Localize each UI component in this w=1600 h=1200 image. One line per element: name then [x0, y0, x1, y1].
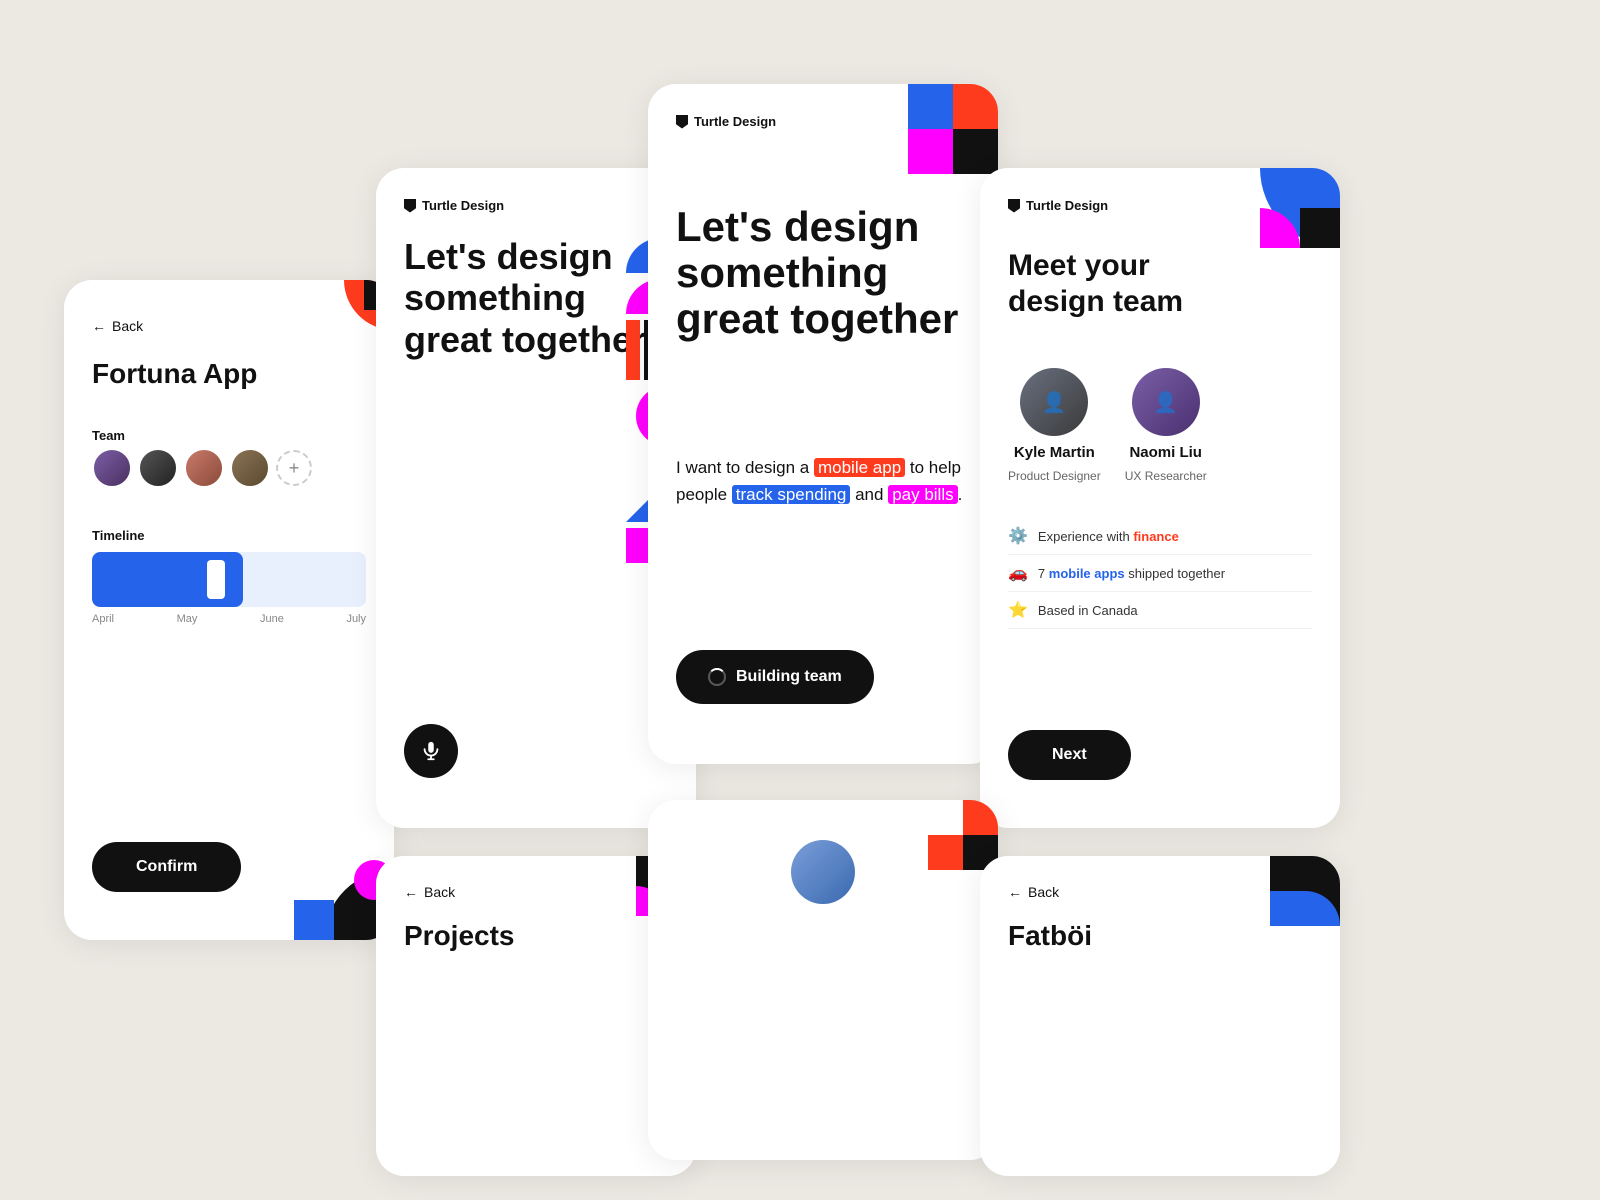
back-label-fatboi: Back — [1028, 884, 1059, 900]
turtle-flag-icon-team — [1008, 199, 1020, 213]
highlight-pay-bills: pay bills — [888, 485, 957, 504]
team-members: 👤 Kyle Martin Product Designer 👤 Naomi L… — [1008, 368, 1207, 483]
tag-location-text: Based in Canada — [1038, 603, 1138, 618]
body-mid2: and — [855, 485, 888, 504]
turtle-logo-center: Turtle Design — [676, 114, 776, 129]
geo-corner-sm — [1260, 168, 1340, 248]
fatboi-title: Fatböi — [1008, 920, 1092, 952]
center-main-text: Let's design something great together — [676, 204, 970, 343]
tag-experience: ⚙️ Experience with finance — [1008, 518, 1312, 555]
mic-icon — [420, 740, 442, 762]
logo-text-center: Turtle Design — [694, 114, 776, 129]
avatar-4 — [230, 448, 270, 488]
stripe-1 — [626, 320, 640, 380]
naomi-avatar: 👤 — [1132, 368, 1200, 436]
corner-top-right-center — [908, 84, 998, 174]
timeline-months: April May June July — [92, 613, 366, 625]
team-member-naomi: 👤 Naomi Liu UX Researcher — [1125, 368, 1207, 483]
mic-button[interactable] — [404, 724, 458, 778]
naomi-name: Naomi Liu — [1129, 444, 1202, 461]
geo-black — [953, 129, 998, 174]
geo-black — [1300, 208, 1340, 248]
highlight-mobile-app: mobile app — [814, 458, 905, 477]
card-team: Turtle Design Meet yourdesign team 👤 Kyl… — [980, 168, 1340, 828]
center-body-text: I want to design a mobile app to help pe… — [676, 454, 970, 508]
add-member-button[interactable]: + — [276, 450, 312, 486]
card-design-center: Turtle Design Let's design something gre… — [648, 84, 998, 764]
corner-top-right-chat — [928, 800, 998, 870]
geo-white — [928, 800, 963, 835]
back-arrow-icon: ← — [1008, 884, 1022, 900]
month-june: June — [260, 613, 284, 625]
team-member-kyle: 👤 Kyle Martin Product Designer — [1008, 368, 1101, 483]
geo-pink — [908, 129, 953, 174]
person-avatar — [791, 840, 855, 904]
geo-corner-tr — [908, 84, 998, 174]
month-april: April — [92, 613, 114, 625]
corner-top-right-team — [1260, 168, 1340, 248]
blue-quarter — [294, 900, 334, 940]
kyle-role: Product Designer — [1008, 469, 1101, 483]
back-button-fatboi[interactable]: ← Back — [1008, 884, 1059, 900]
timeline-label: Timeline — [92, 528, 145, 543]
turtle-flag-icon-center — [676, 115, 688, 129]
avatar-1 — [92, 448, 132, 488]
confirm-button[interactable]: Confirm — [92, 842, 241, 892]
cards-container: ← Back Fortuna App Team + Timeline April… — [0, 0, 1600, 1200]
timeline-bar — [92, 552, 366, 607]
back-label: Back — [112, 318, 143, 334]
geo-chat-tr — [928, 800, 998, 870]
avatar-3 — [184, 448, 224, 488]
back-button-fortuna[interactable]: ← Back — [92, 318, 143, 334]
back-arrow-icon: ← — [92, 318, 106, 334]
kyle-face: 👤 — [1020, 368, 1088, 436]
card-fortuna: ← Back Fortuna App Team + Timeline April… — [64, 280, 394, 940]
card-chat — [648, 800, 998, 1160]
tag-location: ⭐ Based in Canada — [1008, 592, 1312, 629]
body-pre: I want to design a — [676, 458, 814, 477]
tag-experience-text: Experience with finance — [1038, 529, 1179, 544]
spinner-icon — [708, 668, 726, 686]
corner-top-right-fatboi — [1270, 856, 1340, 926]
geo-blue — [908, 84, 953, 129]
naomi-role: UX Researcher — [1125, 469, 1207, 483]
back-label-projects: Back — [424, 884, 455, 900]
turtle-logo-team: Turtle Design — [1008, 198, 1108, 213]
avatar-2 — [138, 448, 178, 488]
back-arrow-icon: ← — [404, 884, 418, 900]
fortuna-title: Fortuna App — [92, 358, 257, 390]
meet-text: Meet yourdesign team — [1008, 248, 1183, 320]
tag-apps: 🚗 7 mobile apps shipped together — [1008, 555, 1312, 592]
timeline-area: April May June July — [92, 552, 366, 642]
apps-icon: 🚗 — [1008, 563, 1028, 583]
team-label: Team — [92, 428, 125, 443]
team-avatars: + — [92, 448, 312, 488]
kyle-name: Kyle Martin — [1014, 444, 1095, 461]
tags-list: ⚙️ Experience with finance 🚗 7 mobile ap… — [1008, 518, 1312, 629]
kyle-avatar: 👤 — [1020, 368, 1088, 436]
naomi-face: 👤 — [1132, 368, 1200, 436]
turtle-flag-icon — [404, 199, 416, 213]
experience-icon: ⚙️ — [1008, 526, 1028, 546]
building-team-label: Building team — [736, 668, 842, 686]
highlight-track-spending: track spending — [732, 485, 851, 504]
body-end: . — [958, 485, 963, 504]
card-fatboi: ← Back Fatböi — [980, 856, 1340, 1176]
projects-title: Projects — [404, 920, 515, 952]
building-team-button[interactable]: Building team — [676, 650, 874, 704]
finance-link: finance — [1133, 529, 1179, 544]
next-button[interactable]: Next — [1008, 730, 1131, 780]
month-july: July — [346, 613, 366, 625]
geo-fatboi-tr — [1270, 856, 1340, 926]
tag-apps-text: 7 mobile apps shipped together — [1038, 566, 1225, 581]
timeline-cursor — [207, 560, 225, 599]
back-button-projects[interactable]: ← Back — [404, 884, 455, 900]
month-may: May — [177, 613, 198, 625]
turtle-logo-design-left: Turtle Design — [404, 198, 504, 213]
mobile-apps-link: mobile apps — [1049, 566, 1125, 581]
location-icon: ⭐ — [1008, 600, 1028, 620]
logo-text-team: Turtle Design — [1026, 198, 1108, 213]
logo-text: Turtle Design — [422, 198, 504, 213]
